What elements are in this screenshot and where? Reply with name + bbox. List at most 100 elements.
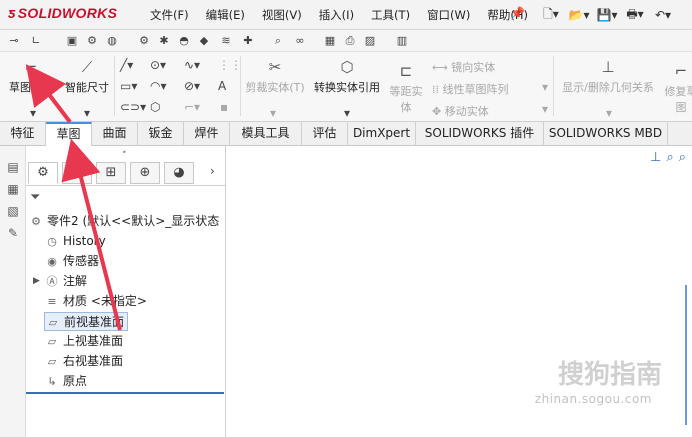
binoculars-icon[interactable]: ∞ <box>292 33 308 49</box>
convert-dropdown-icon[interactable]: ▾ <box>344 106 350 120</box>
pin-icon[interactable]: 📌 <box>510 6 525 20</box>
3d-view-icon[interactable]: ▤ <box>5 160 21 176</box>
tree-item-label: History <box>63 234 106 248</box>
tab-solidworks-mbd[interactable]: SOLIDWORKS MBD <box>544 122 668 146</box>
ellipse-icon[interactable]: ⊘▾ <box>184 79 200 93</box>
mirror-entities-button[interactable]: ⟷ 镜向实体 <box>432 59 495 75</box>
grid-icon[interactable]: ⋮⋮ <box>218 58 242 72</box>
tree-item-right-plane[interactable]: ▱ 右视基准面 <box>44 352 123 371</box>
tree-item-origin[interactable]: ↳ 原点 <box>44 372 87 391</box>
polygon-icon[interactable]: ⬡ <box>150 100 160 114</box>
spline-icon[interactable]: ∿▾ <box>184 58 200 72</box>
repair-icon: ⌐ <box>674 62 688 80</box>
feature-manager-tab-icon[interactable]: ⚙ <box>28 162 58 184</box>
configuration-manager-tab-icon[interactable]: ⊞ <box>96 162 126 184</box>
display-icon[interactable]: ▣ <box>64 33 80 49</box>
sketch-button[interactable]: ⌐ 草图绘制 <box>6 58 56 95</box>
new-file-icon[interactable]: 🗋▾ <box>540 6 562 24</box>
custom-icon[interactable]: ✎ <box>5 226 21 242</box>
relations-dropdown-icon[interactable]: ▾ <box>606 106 612 120</box>
printer-icon[interactable]: ⎙ <box>342 33 358 49</box>
book-icon[interactable]: ▥ <box>394 33 410 49</box>
watermark-url: zhinan.sogou.com <box>534 392 652 406</box>
menu-file[interactable]: 文件(F) <box>150 7 189 23</box>
display-manager-tab-icon[interactable]: ◕ <box>164 162 194 184</box>
assembly-icon[interactable]: ⚙ <box>84 33 100 49</box>
menu-edit[interactable]: 编辑(E) <box>206 7 245 23</box>
rectangle-icon[interactable]: ▭▾ <box>120 79 137 93</box>
expand-arrow-icon[interactable]: ▶ <box>33 276 40 286</box>
text-icon[interactable]: A <box>218 79 226 93</box>
tab-mold-tools[interactable]: 模具工具 <box>230 122 302 146</box>
repair-sketch-button[interactable]: ⌐ 修复草 图 <box>664 62 692 115</box>
view-orientation-icon[interactable]: ⊥ <box>650 150 661 165</box>
sketch-dropdown-icon[interactable]: ▾ <box>30 106 36 120</box>
dimxpert-manager-tab-icon[interactable]: ⊕ <box>130 162 160 184</box>
rollback-bar[interactable] <box>26 392 224 394</box>
tree-item-front-plane[interactable]: ▱ 前视基准面 <box>44 312 129 331</box>
ribbon-separator <box>114 56 115 116</box>
undo-icon[interactable]: ↶▾ <box>652 6 674 24</box>
move-dropdown-icon[interactable]: ▾ <box>542 102 548 116</box>
filter-icon[interactable]: ⏷ <box>30 190 40 205</box>
trim-dropdown-icon[interactable]: ▾ <box>270 106 276 120</box>
search-icon[interactable]: ⌕ <box>270 33 286 49</box>
tree-item-top-plane[interactable]: ▱ 上视基准面 <box>44 332 123 351</box>
tree-item-annotations[interactable]: Ⓐ 注解 <box>44 272 88 291</box>
wave-icon[interactable]: ≋ <box>218 33 234 49</box>
open-file-icon[interactable]: 📂▾ <box>568 6 590 24</box>
menu-view[interactable]: 视图(V) <box>262 7 302 23</box>
tab-surfaces[interactable]: 曲面 <box>92 122 138 146</box>
chevron-right-icon[interactable]: › <box>210 164 215 178</box>
slot-icon[interactable]: ⊂⊃▾ <box>120 100 146 114</box>
tree-item-history[interactable]: ◷ History <box>44 232 106 251</box>
tab-sheet-metal[interactable]: 钣金 <box>138 122 184 146</box>
image-icon[interactable]: ▨ <box>362 33 378 49</box>
bowl-icon[interactable]: ◓ <box>176 33 192 49</box>
property-manager-tab-icon[interactable]: ▤ <box>62 162 92 184</box>
save-icon[interactable]: 💾▾ <box>596 6 618 24</box>
point-icon[interactable]: ▪ <box>220 100 228 114</box>
tab-sketch[interactable]: 草图 <box>46 122 92 146</box>
trim-entities-button[interactable]: ✂ 剪裁实体(T) <box>243 58 307 95</box>
menu-insert[interactable]: 插入(I) <box>319 7 354 23</box>
angle-icon[interactable]: ∟ <box>28 33 44 49</box>
zoom-icon[interactable]: ⌕ <box>666 150 673 165</box>
smart-dimension-button[interactable]: ⟋ 智能尺寸 <box>60 58 114 95</box>
graphics-area[interactable]: ⊥ ⌕ ⌕ 搜狗指南 zhinan.sogou.com <box>227 146 692 437</box>
smart-dimension-dropdown-icon[interactable]: ▾ <box>84 106 90 120</box>
line-icon[interactable]: ╱▾ <box>120 58 133 72</box>
tree-root-part[interactable]: ⚙ 零件2 (默认<<默认>_显示状态 <box>28 212 219 231</box>
move-entities-button[interactable]: ✥ 移动实体 <box>432 103 489 119</box>
fillet-icon[interactable]: ⌐▾ <box>184 100 200 114</box>
tab-evaluate[interactable]: 评估 <box>302 122 348 146</box>
gear-icon[interactable]: ✱ <box>156 33 172 49</box>
tab-features[interactable]: 特征 <box>0 122 46 146</box>
ribbon-separator <box>553 56 554 116</box>
menu-window[interactable]: 窗口(W) <box>427 7 470 23</box>
library-icon[interactable]: ▧ <box>5 204 21 220</box>
offset-entities-button[interactable]: ⊏ 等距实 体 <box>386 62 426 115</box>
tab-dimxpert[interactable]: DimXpert <box>348 122 416 146</box>
parts-icon[interactable]: ▦ <box>5 182 21 198</box>
convert-entities-button[interactable]: ⬡ 转换实体引用 <box>309 58 385 95</box>
menu-tools[interactable]: 工具(T) <box>371 7 410 23</box>
linear-pattern-button[interactable]: ⁞⁞ 线性草图阵列 <box>432 81 509 97</box>
circle-icon[interactable]: ⊙▾ <box>150 58 166 72</box>
arc-icon[interactable]: ◠▾ <box>150 79 167 93</box>
tree-item-material[interactable]: ≡ 材质 <未指定> <box>44 292 147 311</box>
settings-icon[interactable]: ⚙ <box>136 33 152 49</box>
pattern-dropdown-icon[interactable]: ▾ <box>542 80 548 94</box>
globe-icon[interactable]: ◍ <box>104 33 120 49</box>
measure-icon[interactable]: ⊸ <box>6 33 22 49</box>
panel-grip-icon[interactable]: • <box>122 148 127 157</box>
print-icon[interactable]: 🖶▾ <box>624 6 646 24</box>
tab-solidworks-addins[interactable]: SOLIDWORKS 插件 <box>416 122 544 146</box>
display-relations-button[interactable]: ⊥ 显示/删除几何关系 <box>556 58 660 95</box>
spreadsheet-icon[interactable]: ▦ <box>322 33 338 49</box>
tree-item-sensors[interactable]: ◉ 传感器 <box>44 252 99 271</box>
plus-icon[interactable]: ✚ <box>240 33 256 49</box>
leaf-icon[interactable]: ◆ <box>196 33 212 49</box>
zoom-area-icon[interactable]: ⌕ <box>679 150 686 165</box>
tab-weldments[interactable]: 焊件 <box>184 122 230 146</box>
